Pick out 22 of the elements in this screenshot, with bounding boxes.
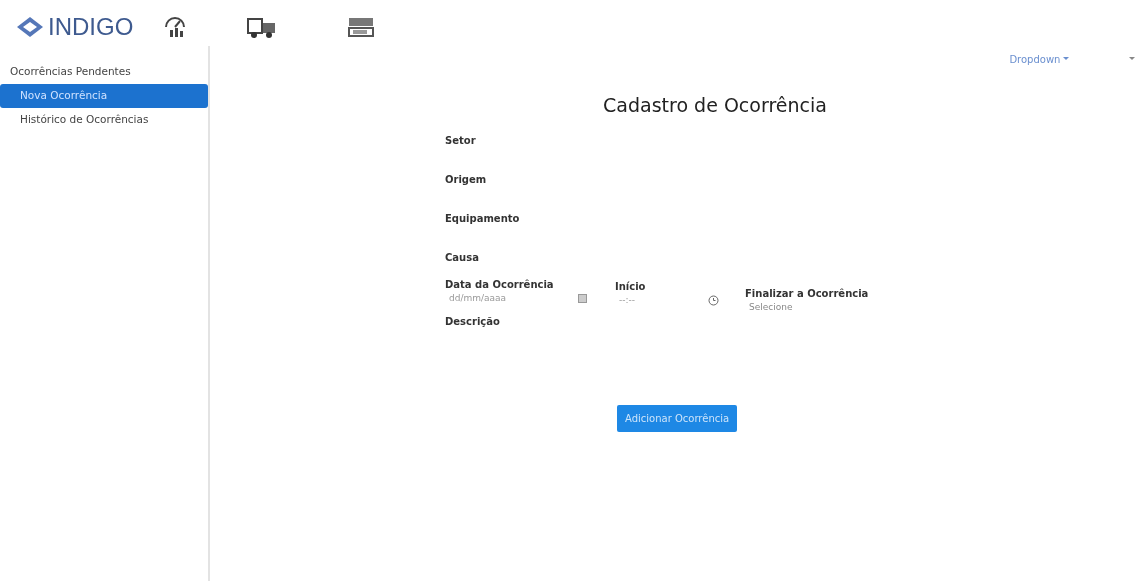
field-label: Causa — [445, 250, 479, 265]
field-label: Setor — [445, 133, 476, 148]
field-label: Origem — [445, 172, 487, 187]
truck-icon[interactable] — [247, 15, 278, 39]
brand-logo[interactable]: INDIGO — [16, 9, 134, 45]
form-title: Cadastro de Ocorrência — [602, 94, 828, 117]
sidebar-item[interactable]: Histórico de Ocorrências — [0, 107, 208, 132]
sidebar-item[interactable]: Nova Ocorrência — [0, 83, 208, 108]
field-label: Finalizar a Ocorrência — [745, 286, 870, 301]
field-label: Equipamento — [445, 211, 520, 226]
input-field[interactable]: --:-- — [615, 293, 700, 308]
calendar-icon[interactable] — [578, 294, 587, 304]
dropdown-menu-toggle[interactable]: Dropdown — [1009, 52, 1069, 67]
input-field[interactable]: dd/mm/aaaa — [445, 291, 570, 306]
select-field[interactable]: Selecione — [745, 300, 865, 315]
field-label: Data da Ocorrência — [445, 277, 555, 292]
clock-icon[interactable] — [708, 295, 719, 307]
submit-button[interactable]: Adicionar Ocorrência — [617, 405, 738, 433]
sidebar-item[interactable]: Ocorrências Pendentes — [0, 60, 208, 84]
gauge-chart-icon[interactable] — [163, 15, 188, 39]
field-label: Descrição — [445, 316, 500, 328]
field-label: Início — [615, 279, 647, 294]
